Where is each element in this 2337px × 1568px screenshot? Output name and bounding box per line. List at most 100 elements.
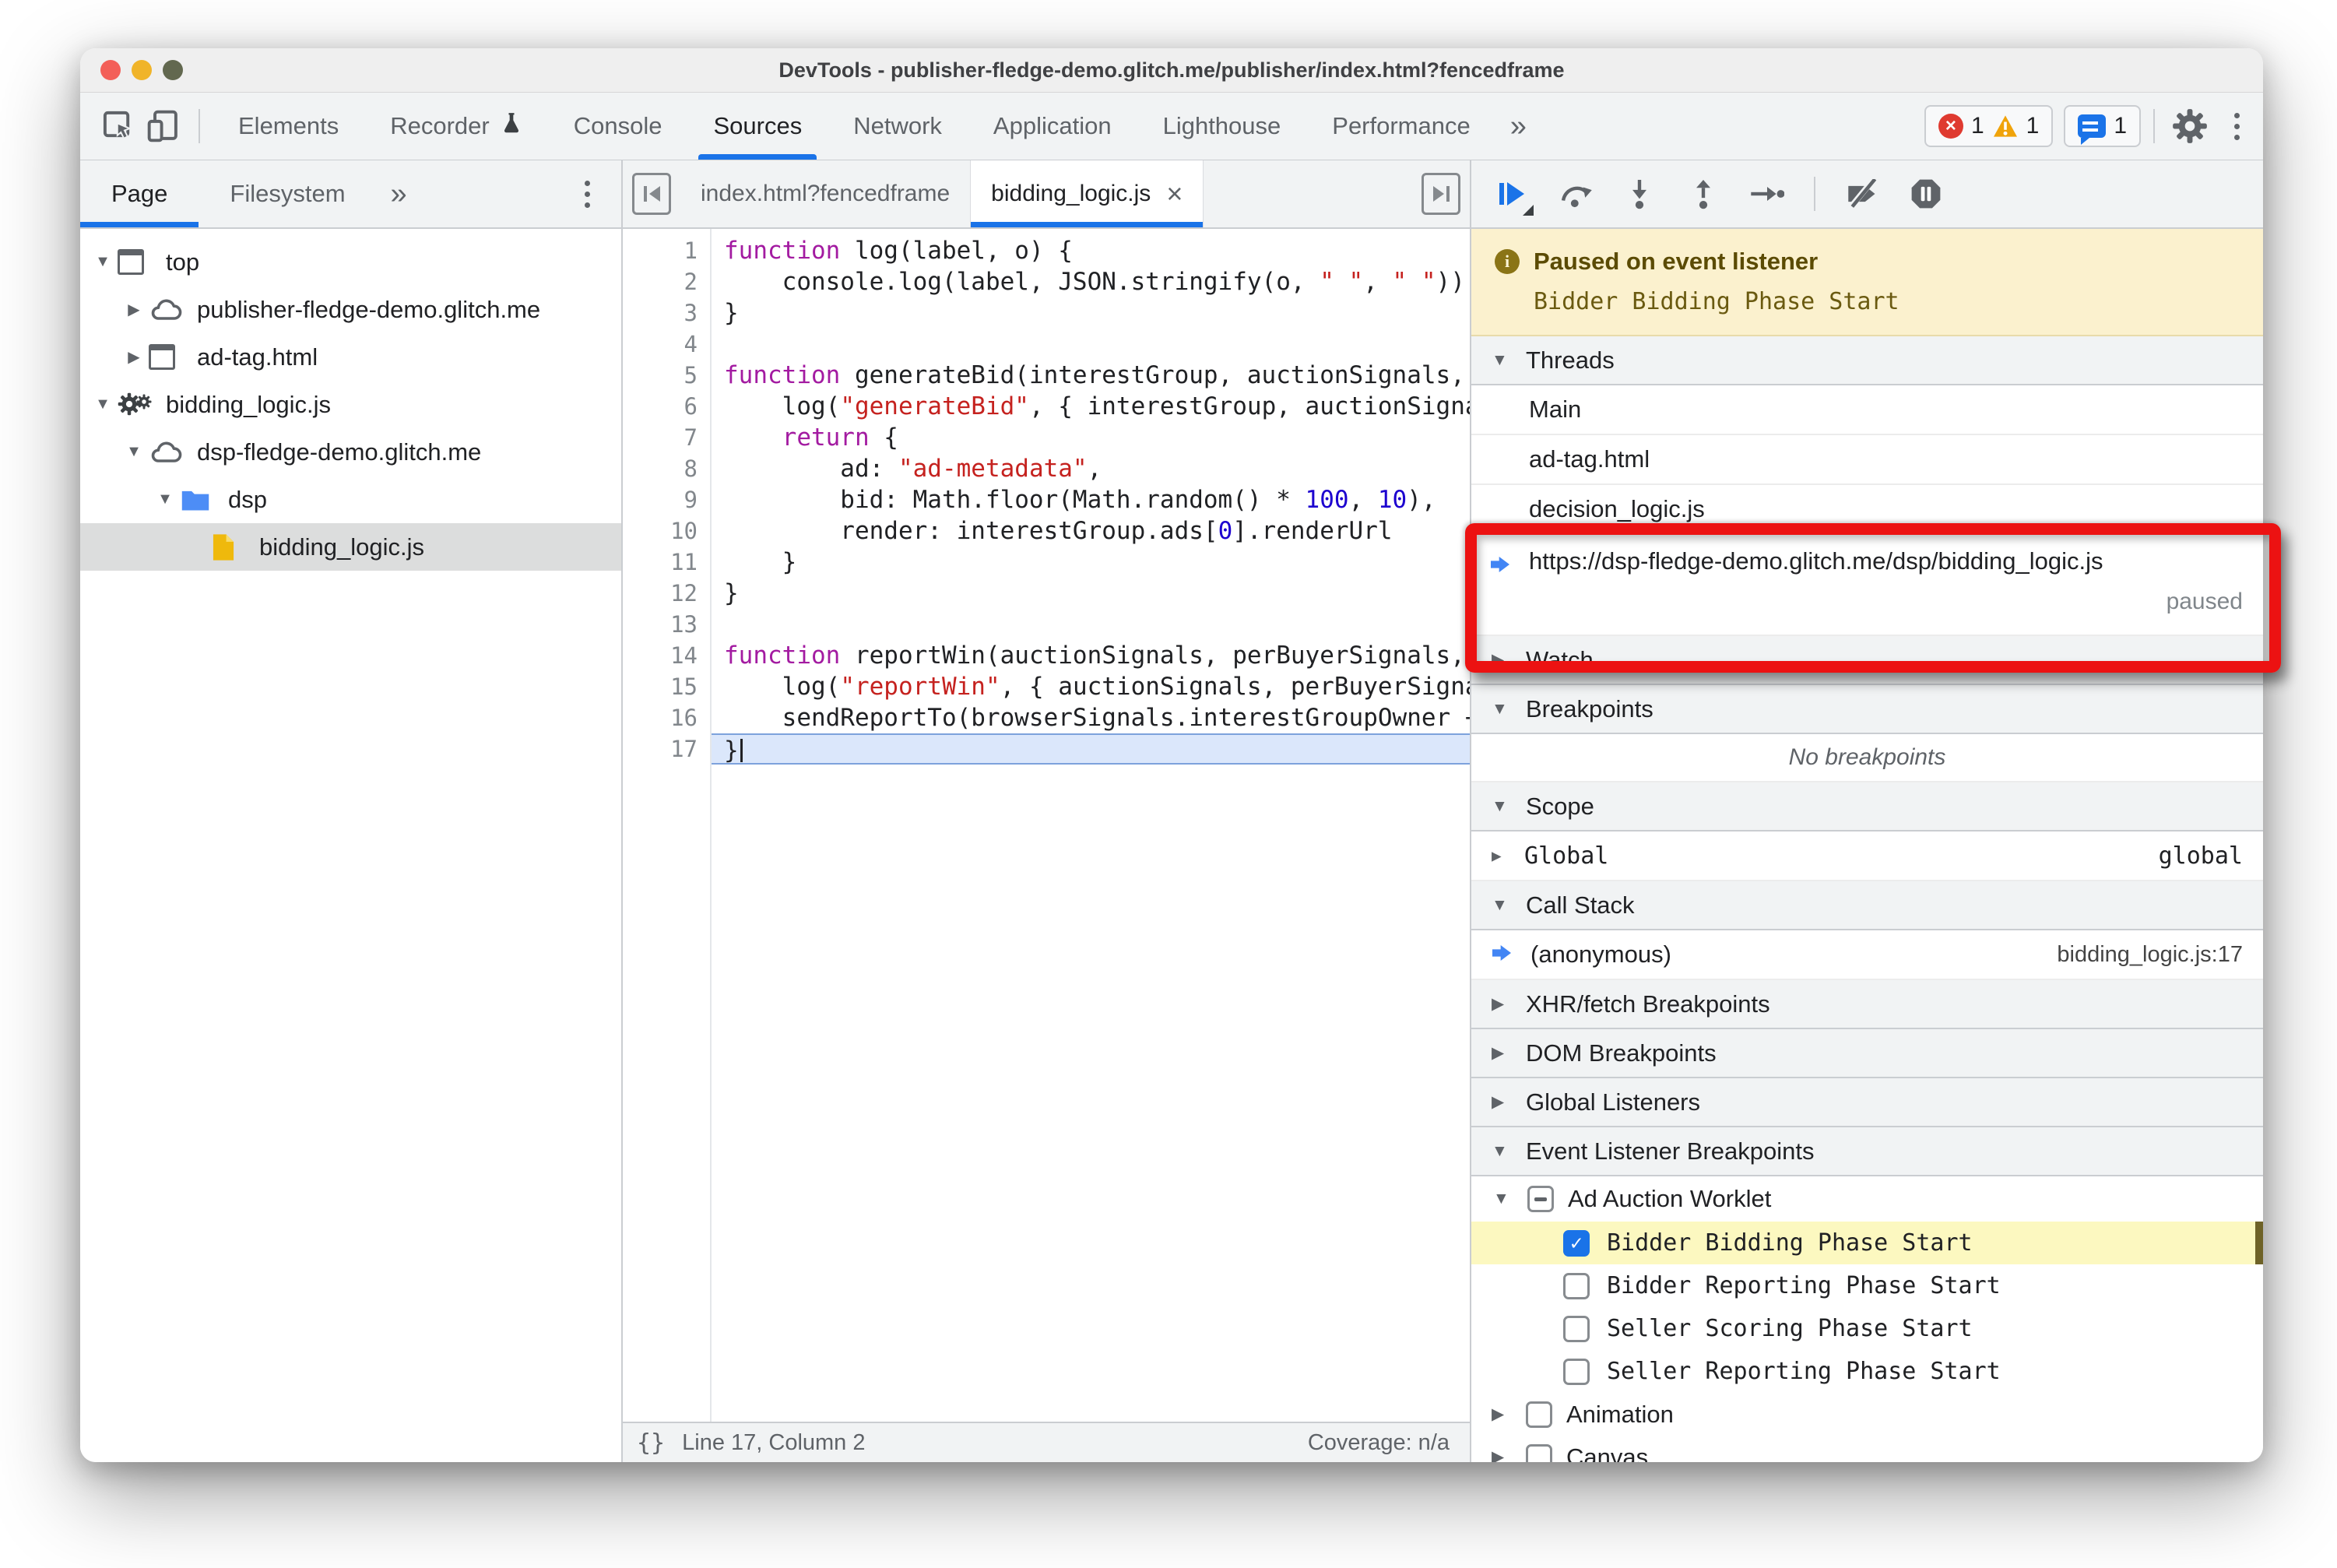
more-tabs-chevron[interactable]: » xyxy=(1510,110,1527,143)
breakpoint-seller-reporting-phase-start[interactable]: Seller Reporting Phase Start xyxy=(1471,1350,2263,1393)
thread-main[interactable]: Main xyxy=(1471,385,2263,435)
tree-item-dsp-fledge-demo-glitch-me[interactable]: ▼ dsp-fledge-demo.glitch.me xyxy=(80,428,621,476)
line-number[interactable]: 14 xyxy=(623,640,710,671)
tree-item-publisher-fledge-demo-glitch-me[interactable]: ▶ publisher-fledge-demo.glitch.me xyxy=(80,286,621,333)
tree-item-top[interactable]: ▼ top xyxy=(80,238,621,286)
tree-expanded-arrow-icon[interactable]: ▼ xyxy=(119,443,149,461)
scope-collapsed-arrow-icon[interactable]: ▶ xyxy=(1492,846,1512,865)
group-ad-auction-worklet[interactable]: ▼ Ad Auction Worklet xyxy=(1471,1176,2263,1222)
section-xhr-fetch-breakpoints[interactable]: ▶ XHR/fetch Breakpoints xyxy=(1471,980,2263,1029)
tree-item-dsp[interactable]: ▼ dsp xyxy=(80,476,621,523)
thread-active-https-dsp-fledge-demo-glitch-me-dsp-bidding-logic-js[interactable]: https://dsp-fledge-demo.glitch.me/dsp/bi… xyxy=(1471,535,2263,636)
code-line[interactable]: 16 sendReportTo(browserSignals.interestG… xyxy=(623,702,1470,733)
step-into-button[interactable] xyxy=(1619,174,1660,214)
close-window-icon[interactable] xyxy=(100,60,121,80)
line-number[interactable]: 3 xyxy=(623,297,710,329)
tab-network[interactable]: Network xyxy=(828,93,968,160)
code-line[interactable]: 6 log("generateBid", { interestGroup, au… xyxy=(623,391,1470,422)
code-line[interactable]: 14 function reportWin(auctionSignals, per… xyxy=(623,640,1470,671)
left-panel-more-chevron[interactable]: » xyxy=(391,178,407,211)
category-canvas[interactable]: ▶ Canvas xyxy=(1471,1436,2263,1462)
section-call-stack[interactable]: ▼ Call Stack xyxy=(1471,881,2263,930)
line-number[interactable]: 5 xyxy=(623,360,710,391)
tab-performance[interactable]: Performance xyxy=(1306,93,1495,160)
code-line[interactable]: 9 bid: Math.floor(Math.random() * 100, 1… xyxy=(623,484,1470,515)
editor-tab-index-html-fencedframe[interactable]: index.html?fencedframe xyxy=(680,160,972,227)
resume-script-button[interactable] xyxy=(1492,174,1534,216)
tree-expanded-arrow-icon[interactable]: ▼ xyxy=(88,396,118,413)
line-number[interactable]: 6 xyxy=(623,391,710,422)
step-over-button[interactable] xyxy=(1555,174,1596,214)
tree-expanded-arrow-icon[interactable]: ▼ xyxy=(88,253,118,271)
tabs-scroll-left-button[interactable] xyxy=(632,173,671,215)
code-line[interactable]: 12} xyxy=(623,578,1470,609)
tree-item-bidding-logic-js[interactable]: ▼ bidding_logic.js xyxy=(80,381,621,428)
scope-global[interactable]: ▶ Global global xyxy=(1471,831,2263,881)
callstack-frame[interactable]: (anonymous) bidding_logic.js:17 xyxy=(1471,930,2263,980)
code-line[interactable]: 13 xyxy=(623,609,1470,640)
main-menu-kebab-icon[interactable] xyxy=(2230,108,2244,145)
line-number[interactable]: 11 xyxy=(623,547,710,578)
line-number[interactable]: 16 xyxy=(623,702,710,733)
issues-badge[interactable]: 1 xyxy=(2064,105,2141,147)
breakpoint-bidder-bidding-phase-start[interactable]: ✓ Bidder Bidding Phase Start xyxy=(1471,1222,2263,1264)
code-line[interactable]: 17} xyxy=(623,733,1470,765)
code-line[interactable]: 10 render: interestGroup.ads[0].renderUr… xyxy=(623,515,1470,547)
section-breakpoints[interactable]: ▼ Breakpoints xyxy=(1471,685,2263,734)
step-button[interactable] xyxy=(1747,174,1787,214)
line-number[interactable]: 13 xyxy=(623,609,710,640)
section-scope[interactable]: ▼ Scope xyxy=(1471,782,2263,831)
close-tab-icon[interactable]: × xyxy=(1166,178,1183,210)
category-animation[interactable]: ▶ Animation xyxy=(1471,1393,2263,1436)
minimize-window-icon[interactable] xyxy=(132,60,152,80)
section-dom-breakpoints[interactable]: ▶ DOM Breakpoints xyxy=(1471,1029,2263,1078)
code-line[interactable]: 4 xyxy=(623,329,1470,360)
section-watch[interactable]: ▶ Watch xyxy=(1471,636,2263,685)
line-number[interactable]: 10 xyxy=(623,515,710,547)
pause-on-exceptions-button[interactable] xyxy=(1906,174,1946,214)
tab-elements[interactable]: Elements xyxy=(213,93,364,160)
breakpoint-seller-scoring-phase-start[interactable]: Seller Scoring Phase Start xyxy=(1471,1307,2263,1350)
tab-console[interactable]: Console xyxy=(548,93,688,160)
errors-warnings-badge[interactable]: × 1 1 xyxy=(1924,105,2054,147)
thread-ad-tag-html[interactable]: ad-tag.html xyxy=(1471,435,2263,485)
inspect-icon[interactable] xyxy=(96,104,141,148)
left-panel-kebab-icon[interactable] xyxy=(580,176,595,213)
line-number[interactable]: 12 xyxy=(623,578,710,609)
code-line[interactable]: 11 } xyxy=(623,547,1470,578)
code-line[interactable]: 7 return { xyxy=(623,422,1470,453)
tab-sources[interactable]: Sources xyxy=(687,93,828,160)
code-line[interactable]: 3} xyxy=(623,297,1470,329)
settings-gear-icon[interactable] xyxy=(2167,104,2212,148)
unchecked-checkbox[interactable] xyxy=(1563,1358,1590,1385)
line-number[interactable]: 1 xyxy=(623,235,710,266)
tree-collapsed-arrow-icon[interactable]: ▶ xyxy=(119,347,149,367)
code-line[interactable]: 15 log("reportWin", { auctionSignals, pe… xyxy=(623,671,1470,702)
tab-recorder[interactable]: Recorder xyxy=(364,93,548,160)
section-threads[interactable]: ▼ Threads xyxy=(1471,336,2263,385)
tree-collapsed-arrow-icon[interactable]: ▶ xyxy=(119,300,149,319)
line-number[interactable]: 4 xyxy=(623,329,710,360)
group-expanded-arrow-icon[interactable]: ▼ xyxy=(1493,1190,1513,1208)
code-editor[interactable]: 1 function log(label, o) {2 console.log(l… xyxy=(623,229,1470,1422)
pretty-print-icon[interactable]: {} xyxy=(637,1429,665,1457)
thread-decision-logic-js[interactable]: decision_logic.js xyxy=(1471,485,2263,535)
line-number[interactable]: 2 xyxy=(623,266,710,297)
panel-tab-page[interactable]: Page xyxy=(80,160,199,227)
line-number[interactable]: 9 xyxy=(623,484,710,515)
line-number[interactable]: 15 xyxy=(623,671,710,702)
unchecked-checkbox[interactable] xyxy=(1526,1443,1552,1462)
breakpoint-bidder-reporting-phase-start[interactable]: Bidder Reporting Phase Start xyxy=(1471,1264,2263,1307)
checked-checkbox[interactable]: ✓ xyxy=(1563,1229,1590,1257)
unchecked-checkbox[interactable] xyxy=(1526,1401,1552,1428)
code-line[interactable]: 8 ad: "ad-metadata", xyxy=(623,453,1470,484)
code-line[interactable]: 5 function generateBid(interestGroup, auc… xyxy=(623,360,1470,391)
panel-tab-filesystem[interactable]: Filesystem xyxy=(199,160,376,227)
zoom-window-icon[interactable] xyxy=(163,60,183,80)
line-number[interactable]: 8 xyxy=(623,453,710,484)
tree-expanded-arrow-icon[interactable]: ▼ xyxy=(150,490,180,508)
tabs-scroll-right-button[interactable] xyxy=(1422,173,1460,215)
code-line[interactable]: 2 console.log(label, JSON.stringify(o, "… xyxy=(623,266,1470,297)
tab-lighthouse[interactable]: Lighthouse xyxy=(1137,93,1307,160)
category-collapsed-arrow-icon[interactable]: ▶ xyxy=(1492,1405,1512,1424)
